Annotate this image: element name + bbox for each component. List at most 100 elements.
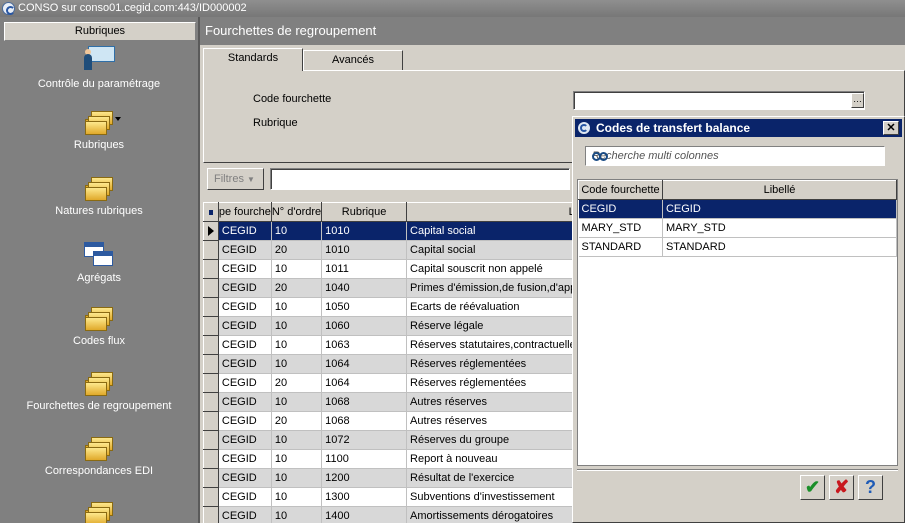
table-cell[interactable]: CEGID	[662, 199, 897, 219]
table-cell[interactable]: 1072	[321, 430, 408, 450]
table-cell[interactable]: 1400	[321, 506, 408, 523]
table-cell[interactable]: 1200	[321, 468, 408, 488]
table-cell[interactable]: MARY_STD	[578, 218, 663, 238]
cancel-button[interactable]: ✘	[829, 475, 854, 500]
row-selector[interactable]	[203, 506, 219, 523]
column-header[interactable]: Libellé	[661, 180, 897, 200]
table-cell[interactable]: 10	[271, 335, 323, 355]
table-cell[interactable]: 1010	[321, 240, 408, 260]
table-cell[interactable]: 10	[271, 297, 323, 317]
table-cell[interactable]: 1010	[321, 221, 408, 241]
tab-standards[interactable]: Standards	[203, 48, 303, 71]
column-header[interactable]: Code fourchette	[578, 180, 663, 200]
table-cell[interactable]: 1060	[321, 316, 408, 336]
table-cell[interactable]: CEGID	[218, 259, 272, 279]
row-selector[interactable]	[203, 335, 219, 355]
row-selector[interactable]	[203, 354, 219, 374]
table-cell[interactable]: CEGID	[218, 240, 272, 260]
table-row[interactable]: MARY_STD MARY_STD	[578, 218, 897, 238]
table-cell[interactable]: MARY_STD	[662, 218, 897, 238]
table-cell[interactable]: 1100	[321, 449, 408, 469]
sidebar-item-agregats[interactable]: Agrégats	[0, 242, 198, 284]
sidebar-item-correspondances-edi[interactable]: Correspondances EDI	[0, 437, 198, 477]
sidebar-item-controle-parametrage[interactable]: Contrôle du paramétrage	[0, 44, 198, 90]
sidebar-item-codes-flux[interactable]: Codes flux	[0, 307, 198, 347]
sidebar-header[interactable]: Rubriques	[4, 22, 196, 41]
column-header[interactable]: pe fourche	[217, 202, 272, 222]
sidebar-item-fourchettes[interactable]: Fourchettes de regroupement	[0, 372, 198, 412]
table-cell[interactable]: 20	[271, 278, 323, 298]
table-cell[interactable]: 1040	[321, 278, 408, 298]
filters-button[interactable]: Filtres ▼	[207, 168, 264, 190]
multi-column-search-input[interactable]: Recherche multi colonnes	[585, 146, 885, 166]
help-button[interactable]: ?	[858, 475, 883, 500]
table-cell[interactable]: CEGID	[218, 335, 272, 355]
table-cell[interactable]: STANDARD	[662, 237, 897, 257]
row-selector[interactable]	[203, 297, 219, 317]
filter-input[interactable]	[270, 168, 570, 190]
row-selector[interactable]	[203, 240, 219, 260]
table-cell[interactable]: 1068	[321, 411, 408, 431]
row-selector[interactable]	[203, 468, 219, 488]
table-cell[interactable]: CEGID	[218, 373, 272, 393]
table-cell[interactable]: CEGID	[578, 199, 663, 219]
table-cell[interactable]: 1064	[321, 354, 408, 374]
table-row[interactable]: STANDARD STANDARD	[578, 237, 897, 257]
table-cell[interactable]: CEGID	[218, 221, 272, 241]
row-selector[interactable]	[203, 316, 219, 336]
sidebar-item-partial[interactable]	[0, 502, 198, 523]
table-cell[interactable]: 10	[271, 354, 323, 374]
table-cell[interactable]: CEGID	[218, 316, 272, 336]
table-cell[interactable]: 20	[271, 240, 323, 260]
table-cell[interactable]: CEGID	[218, 430, 272, 450]
table-cell[interactable]: 10	[271, 221, 323, 241]
table-cell[interactable]: 20	[271, 411, 323, 431]
table-cell[interactable]: 1064	[321, 373, 408, 393]
code-fourchette-lookup-button[interactable]: …	[851, 93, 864, 108]
table-cell[interactable]: 10	[271, 487, 323, 507]
row-selector[interactable]	[203, 373, 219, 393]
table-cell[interactable]: CEGID	[218, 449, 272, 469]
table-cell[interactable]: CEGID	[218, 506, 272, 523]
table-cell[interactable]: 20	[271, 373, 323, 393]
row-selector[interactable]	[203, 411, 219, 431]
row-selector[interactable]	[203, 259, 219, 279]
row-selector[interactable]	[203, 278, 219, 298]
table-cell[interactable]: 1011	[321, 259, 408, 279]
row-selector[interactable]	[203, 449, 219, 469]
column-header[interactable]: Rubrique	[321, 202, 408, 222]
dialog-grid[interactable]: Code fourchette Libellé CEGID CEGID MARY_S…	[577, 179, 898, 466]
table-cell[interactable]: 1300	[321, 487, 408, 507]
table-cell[interactable]: 10	[271, 259, 323, 279]
table-cell[interactable]: CEGID	[218, 468, 272, 488]
code-fourchette-input[interactable]	[573, 91, 865, 110]
table-cell[interactable]: CEGID	[218, 487, 272, 507]
table-cell[interactable]: 1050	[321, 297, 408, 317]
ok-button[interactable]: ✔	[800, 475, 825, 500]
table-cell[interactable]: 10	[271, 392, 323, 412]
table-cell[interactable]: 10	[271, 430, 323, 450]
column-header[interactable]: N° d'ordre	[270, 202, 323, 222]
row-selector[interactable]	[203, 392, 219, 412]
close-icon[interactable]: ✕	[883, 121, 899, 135]
table-cell[interactable]: 10	[271, 449, 323, 469]
table-cell[interactable]: CEGID	[218, 411, 272, 431]
table-cell[interactable]: CEGID	[218, 278, 272, 298]
table-cell[interactable]: STANDARD	[578, 237, 663, 257]
row-selector[interactable]	[203, 487, 219, 507]
table-cell[interactable]: 10	[271, 316, 323, 336]
table-cell[interactable]: CEGID	[218, 392, 272, 412]
table-cell[interactable]: CEGID	[218, 297, 272, 317]
sidebar-item-natures-rubriques[interactable]: Natures rubriques	[0, 177, 198, 217]
table-cell[interactable]: 1063	[321, 335, 408, 355]
table-cell[interactable]: 10	[271, 468, 323, 488]
row-selector[interactable]	[203, 221, 219, 241]
tab-avances[interactable]: Avancés	[303, 50, 403, 71]
sidebar-item-rubriques[interactable]: Rubriques	[0, 111, 198, 151]
table-cell[interactable]: CEGID	[218, 354, 272, 374]
glasses-search-icon[interactable]	[592, 150, 608, 161]
table-row[interactable]: CEGID CEGID	[578, 199, 897, 219]
table-cell[interactable]: 1068	[321, 392, 408, 412]
row-selector[interactable]	[203, 430, 219, 450]
table-cell[interactable]: 10	[271, 506, 323, 523]
